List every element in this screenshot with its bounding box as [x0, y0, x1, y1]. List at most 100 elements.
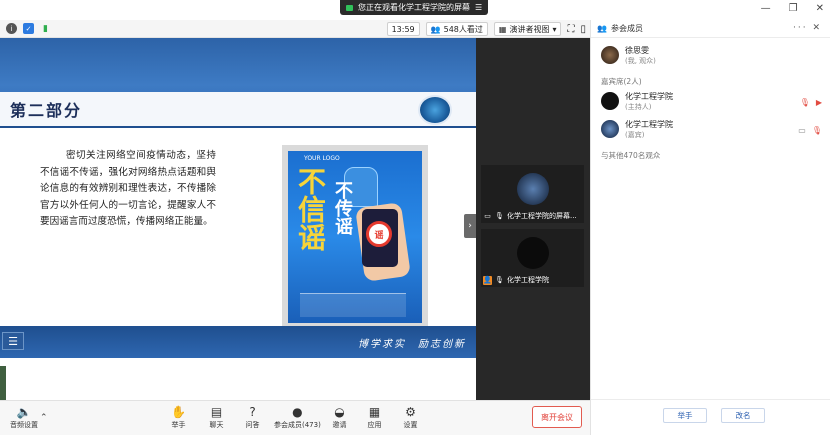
video-tile-name: 化学工程学院的屏幕... — [507, 212, 577, 220]
chat-label: 聊天 — [209, 421, 224, 429]
gear-icon: ⚙ — [405, 404, 416, 419]
screen-share-banner: 您正在观看化学工程学院的屏幕 ☰ — [340, 0, 489, 15]
audio-settings-label: 音频设置 — [10, 421, 38, 429]
invite-button[interactable]: ◒ 邀请 — [332, 405, 347, 430]
participant-self[interactable]: 徐思雯 (我, 观众) — [601, 46, 656, 66]
person-icon: ● — [292, 404, 303, 419]
chevron-down-icon: ▾ — [552, 24, 557, 34]
apps-icon: ▦ — [368, 404, 381, 419]
school-logo — [418, 95, 452, 125]
host-icon: 👤 — [483, 275, 492, 285]
invite-icon: ◒ — [334, 404, 345, 419]
question-icon: ? — [249, 404, 256, 419]
apps-button[interactable]: ▦ 应用 — [367, 405, 382, 430]
layout-icon: ▦ — [498, 24, 507, 34]
host-media-status: 🎙 ▶ — [800, 98, 822, 107]
fullscreen-icon[interactable]: ⛶ — [567, 24, 574, 35]
panel-raise-hand-button[interactable]: 举手 — [663, 408, 707, 423]
view-mode-dropdown[interactable]: ▦ 演讲者视图 ▾ — [493, 22, 562, 36]
chevron-right-icon: › — [468, 221, 472, 231]
participant-host[interactable]: 化学工程学院 (主持人) — [601, 92, 673, 112]
audience-note: 与其他470名观众 — [601, 151, 661, 160]
more-options-icon[interactable]: ··· ✕ — [793, 23, 822, 33]
participant-info: 化学工程学院 (主持人) — [625, 92, 673, 112]
settings-label: 设置 — [403, 421, 418, 429]
avatar — [601, 46, 619, 64]
chat-button[interactable]: ▤ 聊天 — [209, 405, 224, 430]
close-button[interactable]: ✕ — [816, 3, 824, 14]
viewer-count-text: 548人看过 — [443, 24, 483, 34]
users-icon: 👥 — [430, 24, 441, 34]
chat-icon: ▤ — [210, 404, 223, 419]
panel-title: 参会成员 — [610, 24, 643, 33]
mic-muted-icon: 🎙 — [799, 98, 810, 107]
banner-menu-icon[interactable]: ☰ — [475, 3, 482, 12]
poster-footer — [300, 293, 406, 317]
viewer-count[interactable]: 👥 548人看过 — [425, 22, 488, 36]
chevron-up-icon[interactable]: ⌃ — [40, 413, 48, 423]
meeting-toolbar: 🔈 音频设置 ⌃ ✋ 举手 ▤ 聊天 ? 问答 ● 参会成员(473) ◒ 邀请… — [0, 400, 590, 435]
poster-big-text: 不信谣 — [294, 167, 327, 251]
poster-artwork: YOUR LOGO 不信谣 不传谣 谣 — [288, 151, 422, 323]
screen-share-icon: ▭ — [484, 212, 491, 220]
slide-title: 第二部分 — [10, 101, 83, 120]
status-icons: i ✓ ▮ — [6, 23, 51, 34]
sidebar-toggle-icon[interactable]: ▯ — [580, 24, 586, 35]
microphone-icon: 🎙 — [495, 276, 504, 284]
invite-label: 邀请 — [332, 421, 347, 429]
participant-guest[interactable]: 化学工程学院 (嘉宾) — [601, 120, 673, 140]
status-right: 13:59 👥 548人看过 ▦ 演讲者视图 ▾ ⛶ ▯ — [386, 22, 586, 36]
hand-icon: ✋ — [171, 404, 186, 419]
speaker-icon: 🔈 — [16, 404, 32, 419]
video-tile-name: 化学工程学院 — [507, 276, 549, 284]
meeting-window: 您正在观看化学工程学院的屏幕 ☰ — ❐ ✕ i ✓ ▮ 13:59 👥 548… — [0, 0, 830, 435]
qa-button[interactable]: ? 问答 — [245, 405, 260, 430]
participants-button[interactable]: ● 参会成员(473) — [274, 405, 321, 430]
video-tile-screen[interactable]: ▭ 🎙 化学工程学院的屏幕... — [481, 165, 584, 223]
participant-name: 徐思雯 — [625, 46, 649, 55]
meeting-status-bar: i ✓ ▮ 13:59 👥 548人看过 ▦ 演讲者视图 ▾ ⛶ ▯ — [0, 20, 590, 38]
leave-meeting-button[interactable]: 离开会议 — [532, 406, 582, 428]
guest-section-label: 嘉宾席(2人) — [601, 77, 642, 86]
screen-share-icon: ▭ — [798, 126, 806, 135]
shield-icon[interactable]: ✓ — [23, 23, 34, 34]
participant-name: 化学工程学院 — [625, 92, 673, 101]
mic-muted-icon: 🎙 — [811, 126, 822, 135]
settings-button[interactable]: ⚙ 设置 — [403, 405, 418, 430]
screen-share-icon — [346, 4, 353, 11]
poster-small-text: 不传谣 — [332, 181, 353, 235]
avatar — [517, 237, 549, 269]
slide-body-text: 密切关注网络空间疫情动态，坚持不信谣不传谣，强化对网络热点话题和舆论信息的有效辨… — [40, 150, 216, 228]
participants-label: 参会成员(473) — [274, 421, 321, 429]
participant-role: (我, 观众) — [625, 57, 656, 65]
rename-button[interactable]: 改名 — [721, 408, 765, 423]
slide-motto: 博学求实 励志创新 — [358, 339, 466, 350]
video-tile-label: 👤 🎙 化学工程学院 — [483, 275, 549, 285]
title-bar: 您正在观看化学工程学院的屏幕 ☰ — ❐ ✕ — [0, 0, 830, 20]
slide-title-bar: 第二部分 — [0, 92, 476, 128]
panel-header: 👥 参会成员 ··· ✕ — [591, 20, 830, 38]
collapse-tiles-button[interactable]: › — [464, 214, 476, 238]
restore-button[interactable]: ❐ — [789, 3, 798, 14]
participants-icon: 👥 — [597, 24, 607, 33]
poster-logo-text: YOUR LOGO — [304, 155, 340, 162]
participants-panel: 👥 参会成员 ··· ✕ 徐思雯 (我, 观众) 嘉宾席(2人) 化学工程学院 … — [590, 20, 830, 435]
minimize-button[interactable]: — — [761, 3, 771, 14]
window-controls: — ❐ ✕ — [761, 3, 824, 14]
avatar — [517, 173, 549, 205]
raise-hand-button[interactable]: ✋ 举手 — [171, 405, 186, 430]
left-edge-handle[interactable] — [0, 366, 6, 400]
banner-text: 您正在观看化学工程学院的屏幕 — [358, 3, 470, 12]
apps-label: 应用 — [367, 421, 382, 429]
avatar — [601, 120, 619, 138]
video-tile-host[interactable]: 👤 🎙 化学工程学院 — [481, 229, 584, 287]
microphone-icon: 🎙 — [495, 212, 504, 220]
rumor-poster-image: YOUR LOGO 不信谣 不传谣 谣 — [282, 145, 428, 329]
raise-hand-label: 举手 — [171, 421, 186, 429]
slide-menu-icon[interactable]: ☰ — [2, 332, 24, 350]
participant-role: (主持人) — [625, 103, 652, 111]
signal-icon[interactable]: ▮ — [40, 23, 51, 34]
participant-name: 化学工程学院 — [625, 120, 673, 129]
audio-settings-button[interactable]: 🔈 音频设置 — [10, 405, 38, 430]
info-icon[interactable]: i — [6, 23, 17, 34]
